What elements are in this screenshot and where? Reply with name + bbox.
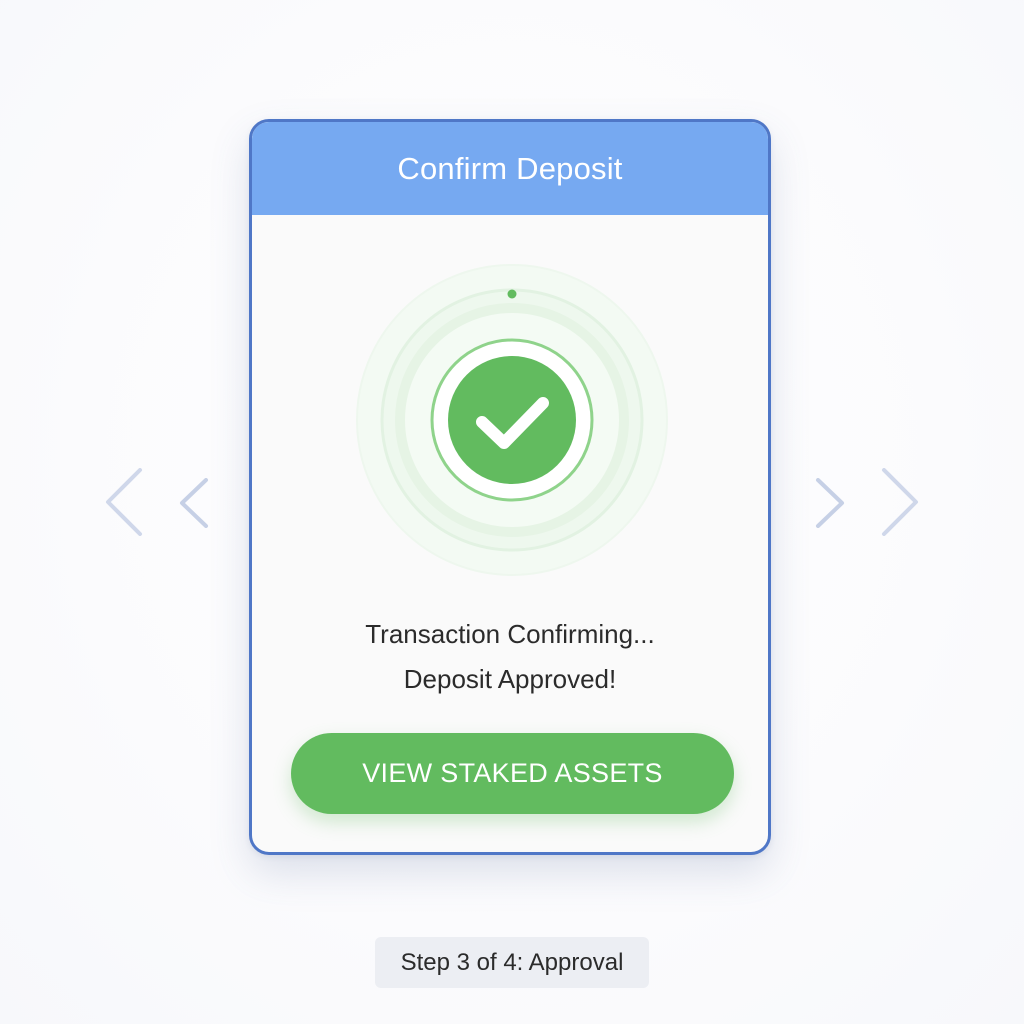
modal-header: Confirm Deposit <box>252 122 768 215</box>
step-indicator: Step 3 of 4: Approval <box>375 937 649 988</box>
view-staked-assets-button[interactable]: VIEW STAKED ASSETS <box>291 733 734 814</box>
modal-title: Confirm Deposit <box>397 150 623 186</box>
approval-status-text: Deposit Approved! <box>403 664 617 694</box>
transaction-status-text: Transaction Confirming... <box>365 619 655 649</box>
check-circle-icon <box>356 264 668 576</box>
step-indicator-label: Step 3 of 4: Approval <box>400 948 624 976</box>
next-outer-chevron-icon[interactable] <box>880 468 920 536</box>
previous-chevron-icon[interactable] <box>178 478 210 528</box>
previous-outer-chevron-icon[interactable] <box>104 468 144 536</box>
confirm-deposit-modal: Confirm Deposit Transaction Confirming..… <box>249 119 771 855</box>
screen: Confirm Deposit Transaction Confirming..… <box>0 0 1024 1024</box>
next-chevron-icon[interactable] <box>814 478 846 528</box>
